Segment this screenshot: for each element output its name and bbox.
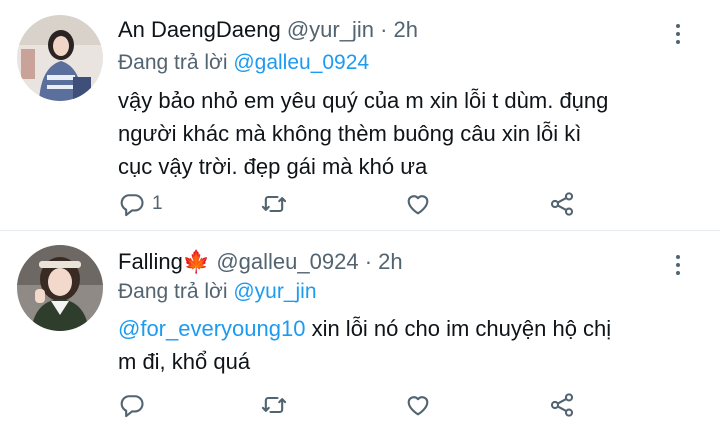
avatar-photo-icon <box>17 245 103 331</box>
avatar[interactable] <box>17 245 103 331</box>
tweet-text-line: người khác mà không thèm buông câu xin l… <box>118 121 582 146</box>
tweet-1[interactable]: An DaengDaeng @yur_jin · 2h Đang trả lời… <box>0 0 720 230</box>
retweet-button[interactable] <box>260 389 288 421</box>
display-name[interactable]: Falling <box>118 249 183 274</box>
tweet-header: Falling🍁 @galleu_0924 · 2h <box>118 249 403 275</box>
body-mention[interactable]: @for_everyoung10 <box>118 316 305 341</box>
tweet-text-fragment: xin lỗi nó cho im chuyện hộ chị <box>305 316 612 341</box>
tweet-text-line: cục vậy trời. đẹp gái mà khó ưa <box>118 154 428 179</box>
retweet-icon <box>261 195 287 213</box>
timestamp[interactable]: 2h <box>394 17 418 42</box>
avatar-photo-icon <box>17 15 103 101</box>
tweet-header: An DaengDaeng @yur_jin · 2h <box>118 17 418 43</box>
like-button[interactable] <box>404 188 432 220</box>
share-button[interactable] <box>548 188 576 220</box>
replying-to-mention[interactable]: @galleu_0924 <box>233 51 369 74</box>
maple-leaf-emoji: 🍁 <box>182 249 211 274</box>
avatar[interactable] <box>17 15 103 101</box>
replying-to: Đang trả lời @yur_jin <box>118 279 317 305</box>
reply-icon <box>120 395 144 418</box>
reply-count: 1 <box>152 193 163 214</box>
replying-to: Đang trả lời @galleu_0924 <box>118 50 369 76</box>
tweet-text: @for_everyoung10 xin lỗi nó cho im chuyệ… <box>118 312 698 378</box>
retweet-icon <box>261 396 287 414</box>
tweet-text-line: @for_everyoung10 xin lỗi nó cho im chuyệ… <box>118 312 698 345</box>
timestamp[interactable]: 2h <box>378 249 402 274</box>
like-icon <box>407 195 429 215</box>
share-button[interactable] <box>548 389 576 421</box>
tweet-text-line: vậy bảo nhỏ em yêu quý của m xin lỗi t d… <box>118 88 609 113</box>
tweet-text-line: m đi, khổ quá <box>118 349 251 374</box>
tweet-text: vậy bảo nhỏ em yêu quý của m xin lỗi t d… <box>118 84 698 183</box>
reply-button[interactable] <box>118 389 152 421</box>
action-bar <box>118 389 598 421</box>
separator-dot: · <box>364 249 373 274</box>
share-icon <box>550 393 574 417</box>
share-icon <box>550 192 574 216</box>
like-icon <box>407 396 429 416</box>
user-handle[interactable]: @galleu_0924 <box>216 249 358 274</box>
more-icon[interactable] <box>668 251 688 281</box>
replying-to-label: Đang trả lời <box>118 51 228 74</box>
user-handle[interactable]: @yur_jin <box>287 17 374 42</box>
replying-to-mention[interactable]: @yur_jin <box>233 280 316 303</box>
more-icon[interactable] <box>668 20 688 50</box>
display-name[interactable]: An DaengDaeng <box>118 17 281 42</box>
retweet-button[interactable] <box>260 188 288 220</box>
reply-icon <box>120 194 144 217</box>
tweet-2[interactable]: Falling🍁 @galleu_0924 · 2h Đang trả lời … <box>0 231 720 430</box>
action-bar: 1 <box>118 188 598 220</box>
separator-dot: · <box>380 17 388 42</box>
replying-to-label: Đang trả lời <box>118 280 228 303</box>
like-button[interactable] <box>404 389 432 421</box>
reply-button[interactable]: 1 <box>118 188 163 220</box>
